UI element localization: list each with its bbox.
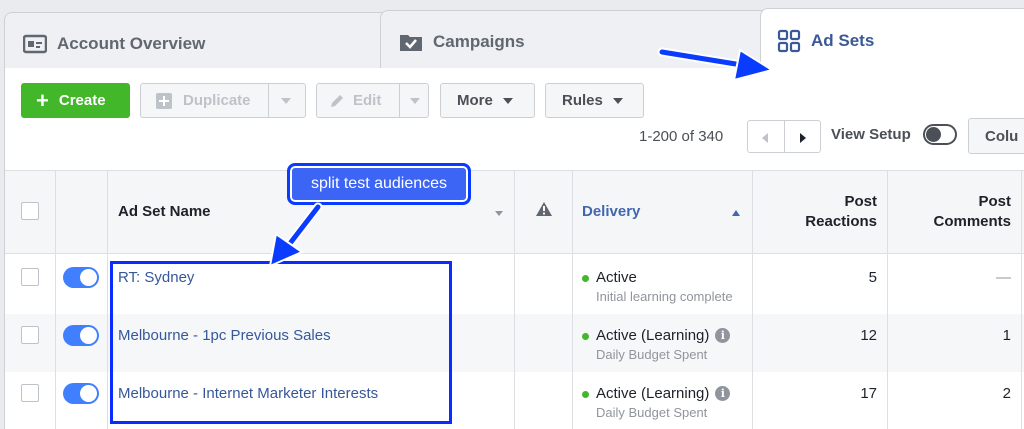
column-divider: [514, 171, 515, 255]
edit-label: Edit: [353, 92, 382, 109]
tab-account-label: Account Overview: [57, 33, 206, 53]
edit-split: [399, 84, 400, 117]
columns-label: Colu: [985, 127, 1019, 145]
view-setup-toggle[interactable]: [923, 124, 957, 145]
column-divider: [1021, 171, 1022, 255]
annotation-highlight-box: [110, 261, 452, 424]
folder-check-icon: [399, 32, 423, 52]
column-divider: [887, 171, 888, 255]
header-post-reactions[interactable]: Post Reactions: [765, 192, 877, 232]
tab-ad-sets[interactable]: Ad Sets: [760, 8, 1024, 72]
table-header: Ad Set Name Delivery Post Reactions Post…: [5, 170, 1024, 255]
column-divider: [752, 254, 753, 429]
more-label: More: [457, 92, 493, 109]
row-toggle[interactable]: [63, 325, 99, 346]
status-dot: [582, 391, 589, 398]
post-reactions-value: 12: [860, 327, 877, 344]
more-button[interactable]: More: [440, 83, 535, 118]
grid-icon: [777, 29, 801, 53]
tab-account-overview[interactable]: Account Overview: [4, 12, 394, 74]
row-checkbox[interactable]: [21, 384, 39, 402]
column-divider: [572, 254, 573, 429]
duplicate-icon: [155, 92, 173, 110]
status-dot: [582, 275, 589, 282]
post-comments-value: 1: [1002, 327, 1011, 344]
header-post-reactions-line2: Reactions: [805, 213, 877, 230]
edit-button[interactable]: Edit: [316, 83, 429, 118]
header-post-comments[interactable]: Post Comments: [895, 192, 1011, 232]
next-page-icon[interactable]: [800, 133, 806, 143]
prev-page-icon[interactable]: [762, 133, 768, 143]
create-label: Create: [58, 92, 106, 109]
post-comments-value: 2: [1002, 385, 1011, 402]
more-dropdown-icon: [502, 97, 513, 104]
delivery-status: Active: [596, 269, 637, 286]
header-delivery[interactable]: Delivery: [582, 203, 640, 220]
column-divider: [1021, 254, 1022, 429]
tab-ad-sets-label: Ad Sets: [811, 30, 875, 50]
view-setup-label: View Setup: [831, 126, 911, 143]
duplicate-split: [268, 84, 269, 117]
post-reactions-value: 5: [868, 269, 877, 286]
row-toggle[interactable]: [63, 383, 99, 404]
header-post-comments-line2: Comments: [933, 213, 1011, 230]
tab-campaigns-label: Campaigns: [433, 31, 525, 51]
info-icon[interactable]: i: [715, 328, 731, 343]
delivery-substatus: Initial learning complete: [596, 289, 733, 304]
duplicate-label: Duplicate: [183, 92, 251, 109]
rules-button[interactable]: Rules: [545, 83, 644, 118]
column-divider: [572, 171, 573, 255]
header-ad-set-name[interactable]: Ad Set Name: [118, 203, 211, 220]
columns-button[interactable]: Colu: [968, 118, 1024, 154]
column-divider: [107, 171, 108, 255]
rules-label: Rules: [562, 92, 603, 109]
annotation-callout: split test audiences: [287, 163, 471, 205]
row-checkbox[interactable]: [21, 326, 39, 344]
rules-dropdown-icon: [612, 97, 623, 104]
select-all-checkbox[interactable]: [21, 202, 39, 220]
edit-dropdown-icon[interactable]: [410, 98, 420, 104]
pagination-divider: [784, 121, 785, 152]
column-divider: [887, 254, 888, 429]
pencil-icon: [329, 93, 345, 109]
warning-icon[interactable]: [535, 201, 553, 222]
post-reactions-value: 17: [860, 385, 877, 402]
duplicate-button[interactable]: Duplicate: [140, 83, 306, 118]
account-overview-icon: [23, 34, 47, 54]
duplicate-dropdown-icon[interactable]: [281, 98, 291, 104]
tab-bar: Account Overview Campaigns Ad Sets: [0, 0, 1024, 74]
create-button[interactable]: + Create: [21, 83, 130, 118]
delivery-status-text: Active (Learning): [596, 327, 710, 344]
info-icon[interactable]: i: [715, 386, 731, 401]
header-post-comments-line1: Post: [978, 193, 1011, 210]
post-comments-value: —: [996, 269, 1011, 286]
column-divider: [514, 254, 515, 429]
column-divider: [55, 254, 56, 429]
status-dot: [582, 333, 589, 340]
column-divider: [107, 254, 108, 429]
tab-campaigns[interactable]: Campaigns: [380, 10, 782, 72]
column-divider: [55, 171, 56, 255]
delivery-status-text: Active (Learning): [596, 385, 710, 402]
delivery-status: Active (Learning) i: [596, 327, 731, 344]
delivery-status: Active (Learning) i: [596, 385, 731, 402]
pagination-controls: [747, 120, 821, 153]
sort-down-icon[interactable]: [495, 211, 503, 216]
row-toggle[interactable]: [63, 267, 99, 288]
delivery-substatus: Daily Budget Spent: [596, 347, 708, 362]
pagination-range: 1-200 of 340: [639, 128, 724, 145]
toolbar: + Create Duplicate Edit More Rules 1-200…: [4, 68, 1024, 170]
delivery-substatus: Daily Budget Spent: [596, 405, 708, 420]
header-post-reactions-line1: Post: [844, 193, 877, 210]
plus-icon: +: [36, 87, 49, 113]
sort-up-icon[interactable]: [732, 210, 740, 216]
column-divider: [752, 171, 753, 255]
row-checkbox[interactable]: [21, 268, 39, 286]
